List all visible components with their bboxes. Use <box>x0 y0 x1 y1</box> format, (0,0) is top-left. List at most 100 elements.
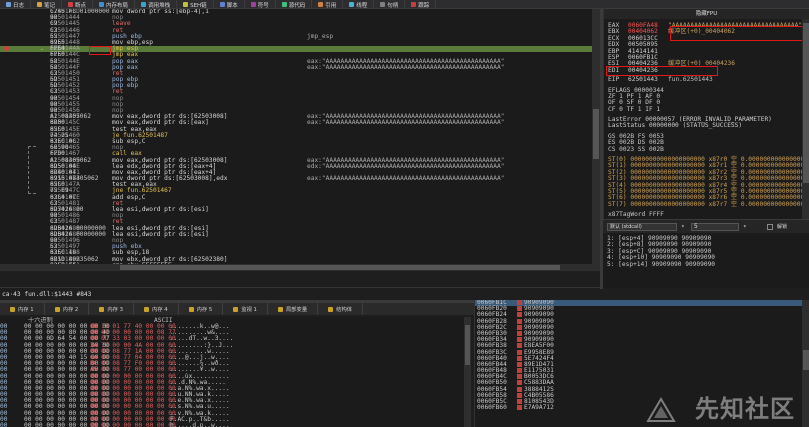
disasm-comment: eax:"AAAAAAAAAAAAAAAAAAAAAAAAAAAAAAAAAAA… <box>307 175 505 183</box>
disasm-comment: jmp_esp <box>307 32 334 40</box>
tab-icon <box>281 2 287 7</box>
fpu-registers: ST(0) 00000000000000000000 x87r0 空 0.000… <box>604 153 809 208</box>
disasm-scrollbar[interactable] <box>592 9 600 271</box>
toolbar-tab[interactable]: 符号 <box>245 0 276 9</box>
flags: ZF 1 PF 1 AF 0 OF 0 SF 0 DF 0 CF 0 TF 1 IF… <box>608 93 805 113</box>
tab-icon <box>250 2 256 7</box>
chevron-down-icon[interactable]: ▾ <box>743 223 749 230</box>
stack-pane[interactable]: 0060FB1C 90909090 0060FB20 90909090 0060FB24… <box>474 300 809 427</box>
dump-tab[interactable]: 内存 1 <box>0 303 45 315</box>
registers-pane[interactable]: 隐藏FPU EAX 0060FA48 "AAAAAAAAAAAAAAAAAAAAAA… <box>603 9 809 219</box>
stack-marker <box>517 337 522 343</box>
dump-tab[interactable]: 内存 4 <box>134 303 179 315</box>
tag-word: x87TagWord FFFF <box>608 211 664 219</box>
tab-label: 监视 1 <box>241 307 257 313</box>
tab-label: 内存 2 <box>62 307 79 313</box>
stack-scrollbar[interactable] <box>802 300 809 427</box>
tab-icon <box>141 2 147 7</box>
call-convention-select[interactable]: 默认 (stdcall) <box>607 222 677 231</box>
toolbar-tab[interactable]: 日志 <box>0 0 32 9</box>
tab-label: 内存 4 <box>151 307 168 313</box>
dump-address: 00 <box>0 422 8 427</box>
tab-label: 局部变量 <box>285 307 308 313</box>
stack-arg-row: 5: [esp+14] 90909090 90909090 <box>607 260 716 268</box>
hex-dump-pane[interactable]: 十六进制 ASCII 00 00 00 00 00 00 00 00 00 6B 1… <box>0 317 471 427</box>
tab-icon <box>37 2 43 7</box>
stack-marker <box>517 312 522 318</box>
breakpoint-icon[interactable] <box>4 46 9 51</box>
status-line: ca·43 fun.dll:$1443 #843 <box>0 287 600 301</box>
stack-value: E7A9A712 <box>524 404 554 412</box>
highlight-box-jmp-esp <box>89 46 111 55</box>
stack-marker <box>517 300 522 305</box>
toolbar-tab[interactable]: SEH链 <box>177 0 214 9</box>
highlight-box-eip <box>606 66 718 76</box>
fpu-row: ST(7) 00000000000000000000 x87r7 空 0.000… <box>608 200 809 208</box>
dump-tab[interactable]: 内存 5 <box>179 303 224 315</box>
highlight-box-eax <box>670 26 807 41</box>
hide-fpu-button[interactable]: 隐藏FPU <box>604 9 809 19</box>
toolbar-tab[interactable]: 源代码 <box>276 0 313 9</box>
tab-label: 脚本 <box>226 2 238 9</box>
tab-icon <box>54 306 60 312</box>
tab-icon <box>318 2 324 7</box>
tab-icon <box>380 2 386 7</box>
stack-args: 1: [esp+4] 90909090 90909090 2: [esp+8] 9… <box>603 233 809 288</box>
dump-tab[interactable]: 内存 2 <box>45 303 90 315</box>
watermark-logo-icon <box>646 397 676 422</box>
tab-label: 内存布局 <box>106 2 129 9</box>
tab-icon <box>6 2 11 7</box>
stack-marker <box>517 343 522 349</box>
register-value[interactable]: 62501443 <box>628 76 668 83</box>
dump-scrollbar[interactable] <box>464 317 471 427</box>
call-convention-bar: 默认 (stdcall) ▾ 5 ▾ 解锁 <box>603 219 809 233</box>
tab-icon <box>188 306 194 312</box>
arg-count-select[interactable]: 5 <box>691 222 739 231</box>
dump-rows: 00 00 00 00 00 00 00 00 00 6B 1B 01 77 40 … <box>0 323 471 427</box>
disasm-comment: eax:"AAAAAAAAAAAAAAAAAAAAAAAAAAAAAAAAAAA… <box>307 119 505 127</box>
tab-label: 引用 <box>325 2 337 9</box>
chevron-down-icon[interactable]: ▾ <box>681 223 687 230</box>
dump-tab[interactable]: 局部变量 <box>268 303 319 315</box>
vertical-splitter[interactable] <box>600 9 603 289</box>
toolbar-tab[interactable]: 句柄 <box>374 0 406 9</box>
tab-label: 内存 3 <box>107 307 123 313</box>
toolbar-tab[interactable]: 跟踪 <box>405 0 437 9</box>
horizontal-splitter[interactable] <box>0 300 474 303</box>
dump-tabs: 内存 1 内存 2 内存 3 内存 4 内存 5 监视 1 局部变量 结构体 <box>0 303 474 315</box>
tab-icon <box>143 306 149 312</box>
stack-marker <box>517 361 522 367</box>
dump-hex-1: 00 00 00 00 00 00 00 00 <box>24 422 110 427</box>
toolbar-tab[interactable]: 线程 <box>343 0 375 9</box>
toolbar-tab[interactable]: 引用 <box>312 0 344 9</box>
toolbar-tab[interactable]: 调用堆栈 <box>135 0 178 9</box>
toolbar-tab[interactable]: 笔记 <box>31 0 63 9</box>
tab-label: 句柄 <box>387 2 399 9</box>
eip-arrow-icon: → <box>40 46 44 53</box>
stack-marker <box>517 405 522 411</box>
toolbar-tab[interactable]: 内存布局 <box>93 0 136 9</box>
disasm-hscrollbar[interactable] <box>0 264 592 271</box>
stack-marker <box>517 355 522 361</box>
tab-label: 断点 <box>75 2 87 9</box>
dump-row[interactable]: 00 00 00 00 00 00 00 00 00 00 00 00 00 00 … <box>0 422 471 427</box>
stack-marker <box>517 380 522 386</box>
dump-tab[interactable]: 监视 1 <box>223 303 268 315</box>
toolbar-tab[interactable]: 断点 <box>62 0 94 9</box>
disasm-comment: eax:"AAAAAAAAAAAAAAAAAAAAAAAAAAAAAAAAAAA… <box>307 63 505 71</box>
stack-marker <box>517 330 522 336</box>
stack-marker <box>517 386 522 392</box>
unlock-label: 解锁 <box>777 224 788 230</box>
toolbar: 日志 笔记 断点 内存布局 调用堆栈 SEH链 脚本 符号 源代码 引用 线程 句柄 跟踪 <box>0 0 809 9</box>
tab-label: 内存 5 <box>196 307 213 313</box>
stack-marker <box>517 399 522 404</box>
tab-icon <box>277 306 283 312</box>
tab-label: 线程 <box>356 2 368 9</box>
disassembly-pane[interactable]: 6250143D C745 FC 01000000 mov dword ptr ss… <box>0 9 600 271</box>
tab-icon <box>233 306 239 312</box>
regs-scrollbar[interactable] <box>802 19 809 219</box>
unlock-checkbox[interactable] <box>767 223 773 230</box>
toolbar-tab[interactable]: 脚本 <box>214 0 245 9</box>
dump-tab[interactable]: 结构体 <box>318 303 364 315</box>
dump-tab[interactable]: 内存 3 <box>89 303 134 315</box>
